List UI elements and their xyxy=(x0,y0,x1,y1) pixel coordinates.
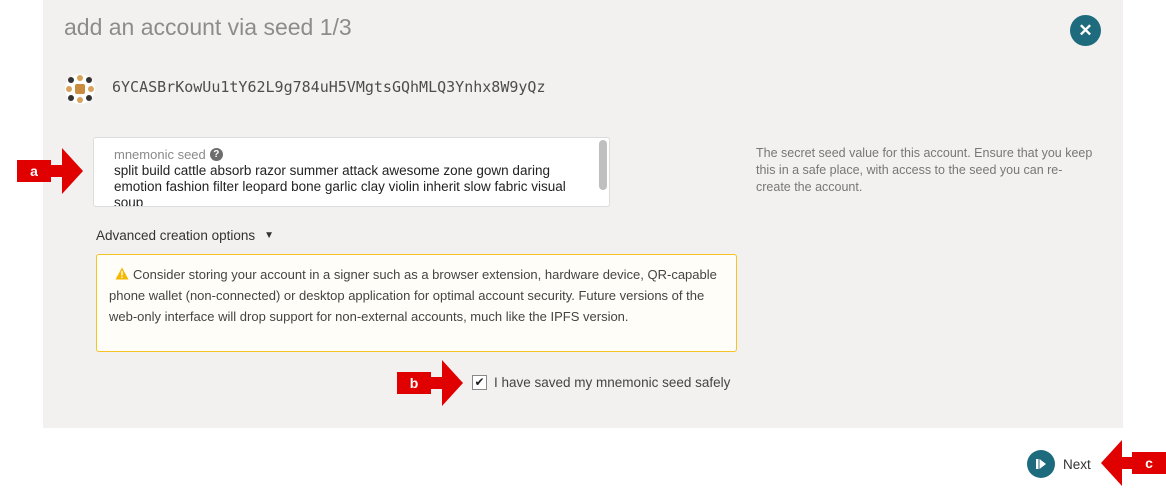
account-address: 6YCASBrKowUu1tY62L9g784uH5VMgtsGQhMLQ3Yn… xyxy=(112,78,546,96)
modal-title: add an account via seed 1/3 xyxy=(64,14,352,40)
caret-down-icon: ▼ xyxy=(264,230,275,241)
advanced-options-toggle[interactable]: Advanced creation options ▼ xyxy=(96,228,274,243)
next-button[interactable]: Next xyxy=(1027,450,1091,478)
seed-saved-label: I have saved my mnemonic seed safely xyxy=(494,375,731,390)
warning-text: Consider storing your account in a signe… xyxy=(109,267,717,324)
seed-saved-confirmation[interactable]: ✔ I have saved my mnemonic seed safely xyxy=(472,375,730,390)
next-label: Next xyxy=(1063,456,1091,472)
modal xyxy=(43,0,1123,428)
callout-c-arrow xyxy=(1101,440,1134,486)
callout-a-arrow xyxy=(50,148,83,194)
step-forward-icon xyxy=(1027,450,1055,478)
close-icon: ✕ xyxy=(1078,20,1093,40)
seed-label-row: mnemonic seed ? xyxy=(114,147,223,162)
seed-saved-checkbox[interactable]: ✔ xyxy=(472,375,487,390)
mnemonic-seed-input[interactable]: mnemonic seed ? split build cattle absor… xyxy=(93,137,610,207)
identicon xyxy=(65,74,95,104)
callout-c-label: c xyxy=(1132,452,1166,474)
scrollbar[interactable] xyxy=(599,140,607,190)
question-circle-icon[interactable]: ? xyxy=(209,148,223,161)
callout-b-arrow xyxy=(430,360,463,406)
advanced-options-label: Advanced creation options xyxy=(96,228,256,243)
close-button[interactable]: ✕ xyxy=(1070,15,1101,46)
seed-label: mnemonic seed xyxy=(114,147,206,162)
callout-a-label: a xyxy=(17,160,51,182)
security-warning: Consider storing your account in a signe… xyxy=(96,254,737,352)
seed-help-text: The secret seed value for this account. … xyxy=(756,146,1093,194)
seed-text[interactable]: split build cattle absorb razor summer a… xyxy=(114,163,584,206)
callout-b-label: b xyxy=(397,372,431,394)
